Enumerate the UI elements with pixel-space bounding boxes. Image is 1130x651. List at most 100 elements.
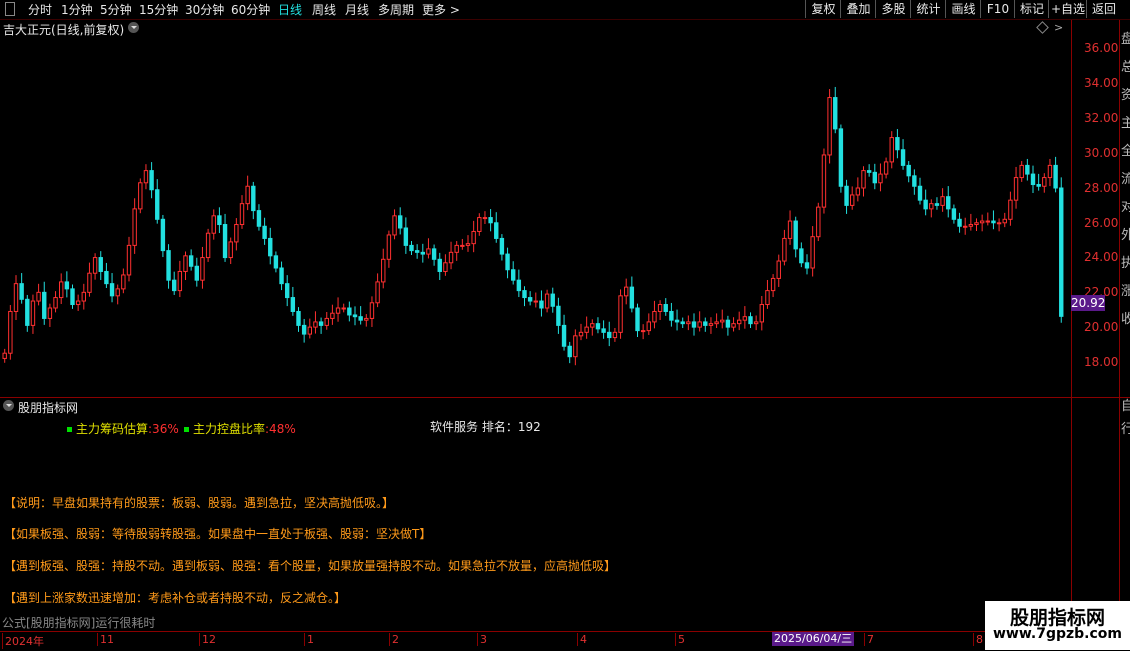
date-label: 11 <box>97 633 114 646</box>
candle-body <box>132 208 137 246</box>
candle-body <box>1030 173 1036 186</box>
candle-body <box>753 321 759 325</box>
adjust-button[interactable]: 复权 <box>805 0 841 18</box>
legend-swatch <box>184 427 189 432</box>
back-button[interactable]: 返回 <box>1086 0 1121 18</box>
candle-body <box>629 286 635 309</box>
candle-body <box>47 307 53 319</box>
candle-body <box>912 175 917 187</box>
strategy-note: 【如果板强、股弱：等待股弱转股强。如果盘中一直处于板强、股弱：坚决做T】 <box>4 527 432 541</box>
tab-multi-period[interactable]: 多周期 <box>378 1 414 18</box>
tab-5min[interactable]: 5分钟 <box>100 1 132 18</box>
legend-value: :36% <box>148 422 179 436</box>
candle-body <box>934 203 940 206</box>
candle-body <box>590 323 595 328</box>
f10-button[interactable]: F10 <box>980 0 1015 18</box>
candle-body <box>318 321 324 326</box>
candle-body <box>686 321 691 325</box>
tab-intraday[interactable]: 分时 <box>28 1 52 18</box>
candle-body <box>844 185 849 206</box>
right-panel-label: 行 <box>1121 422 1130 437</box>
candle-body <box>652 310 657 323</box>
candle-body <box>601 328 606 333</box>
candle-body <box>1008 199 1013 220</box>
candle-body <box>765 290 770 306</box>
tab-30min[interactable]: 30分钟 <box>185 1 224 18</box>
right-panel-label: 收 <box>1121 312 1130 327</box>
candle-body <box>595 323 601 330</box>
tab-15min[interactable]: 15分钟 <box>139 1 178 18</box>
legend-swatch <box>67 427 72 432</box>
candle-body <box>160 218 166 252</box>
candle-body <box>279 267 284 285</box>
tab-1min[interactable]: 1分钟 <box>61 1 93 18</box>
tab-weekly[interactable]: 周线 <box>312 1 336 18</box>
candle-body <box>121 274 126 290</box>
price-tick: 36.00 <box>1084 41 1119 55</box>
candle-body <box>799 248 804 264</box>
candle-body <box>996 222 1002 225</box>
candle-body <box>963 225 968 228</box>
candle-body <box>155 189 160 220</box>
candle-body <box>251 185 256 212</box>
candle-body <box>234 224 239 243</box>
indicator-divider <box>1071 397 1130 398</box>
date-label: 1 <box>304 633 314 646</box>
candle-body <box>968 224 974 227</box>
candle-body <box>516 279 522 292</box>
date-label: 2024年 <box>2 633 44 649</box>
candle-body <box>544 293 550 309</box>
candle-body <box>448 251 454 264</box>
candle-body <box>1053 164 1058 189</box>
candle-body <box>307 326 313 335</box>
draw-line-button[interactable]: 画线 <box>945 0 981 18</box>
candle-body <box>256 210 262 227</box>
candle-body <box>646 321 651 332</box>
mark-button[interactable]: 标记 <box>1014 0 1049 18</box>
candle-body <box>946 196 951 210</box>
candle-body <box>957 218 962 227</box>
candle-body <box>70 288 75 306</box>
tab-more[interactable]: 更多 > <box>422 1 460 18</box>
right-panel-label: 对 <box>1121 200 1130 215</box>
period-toolbar: 分时 1分钟 5分钟 15分钟 30分钟 60分钟 日线 周线 月线 多周期 更… <box>0 0 1130 20</box>
multi-stock-button[interactable]: 多股 <box>875 0 911 18</box>
candle-body <box>793 220 798 250</box>
candle-body <box>420 251 426 255</box>
candle-body <box>273 255 279 269</box>
tab-daily[interactable]: 日线 <box>278 1 302 18</box>
candle-body <box>482 217 488 220</box>
candle-body <box>573 335 578 358</box>
tab-monthly[interactable]: 月线 <box>345 1 369 18</box>
candle-body <box>748 316 753 325</box>
candle-body <box>2 352 7 359</box>
last-price-tag: 20.92 <box>1071 295 1106 311</box>
chevron-down-icon[interactable] <box>3 400 14 411</box>
candle-body <box>228 241 233 259</box>
statistics-button[interactable]: 统计 <box>910 0 946 18</box>
candle-body <box>386 234 392 260</box>
date-label: 5 <box>675 633 685 646</box>
candle-body <box>392 215 397 236</box>
candle-body <box>624 286 629 297</box>
tab-60min[interactable]: 60分钟 <box>231 1 270 18</box>
candle-body <box>471 230 476 245</box>
add-watchlist-button[interactable]: +自选 <box>1048 0 1087 18</box>
candle-body <box>833 97 838 130</box>
price-tick: 18.00 <box>1084 355 1119 369</box>
candlestick-chart[interactable] <box>0 20 1071 396</box>
sector-rank: 软件服务 排名：192 <box>430 420 541 434</box>
candle-body <box>369 302 375 319</box>
right-panel-label: 主 <box>1121 116 1130 131</box>
watermark-url: www.7gpzb.com <box>992 626 1122 642</box>
candle-body <box>166 250 171 281</box>
sidebar-toggle-icon[interactable] <box>5 2 15 16</box>
candle-body <box>115 288 120 297</box>
overlay-button[interactable]: 叠加 <box>840 0 876 18</box>
candle-body <box>991 220 996 224</box>
candle-body <box>900 149 906 166</box>
candle-body <box>398 215 403 229</box>
candle-body <box>850 194 855 206</box>
candle-body <box>149 170 154 191</box>
candle-body <box>443 262 448 272</box>
